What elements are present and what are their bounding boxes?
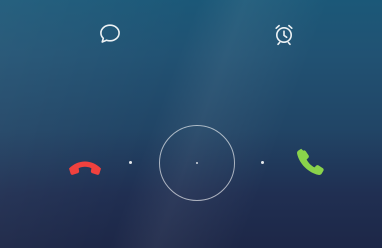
accept-call-button[interactable] <box>293 145 327 179</box>
incoming-call-screen <box>0 0 382 248</box>
call-answer-slider[interactable] <box>0 120 382 201</box>
message-bubble-icon <box>97 21 123 47</box>
decline-call-button[interactable] <box>64 149 106 175</box>
left-guide-dot <box>129 161 132 164</box>
right-guide-dot <box>261 161 264 164</box>
phone-icon <box>293 145 327 179</box>
slider-center-dot <box>196 162 198 164</box>
alarm-clock-icon <box>271 21 297 47</box>
remind-me-button[interactable] <box>270 20 298 48</box>
message-button[interactable] <box>96 20 124 48</box>
hang-up-phone-icon <box>64 149 106 175</box>
